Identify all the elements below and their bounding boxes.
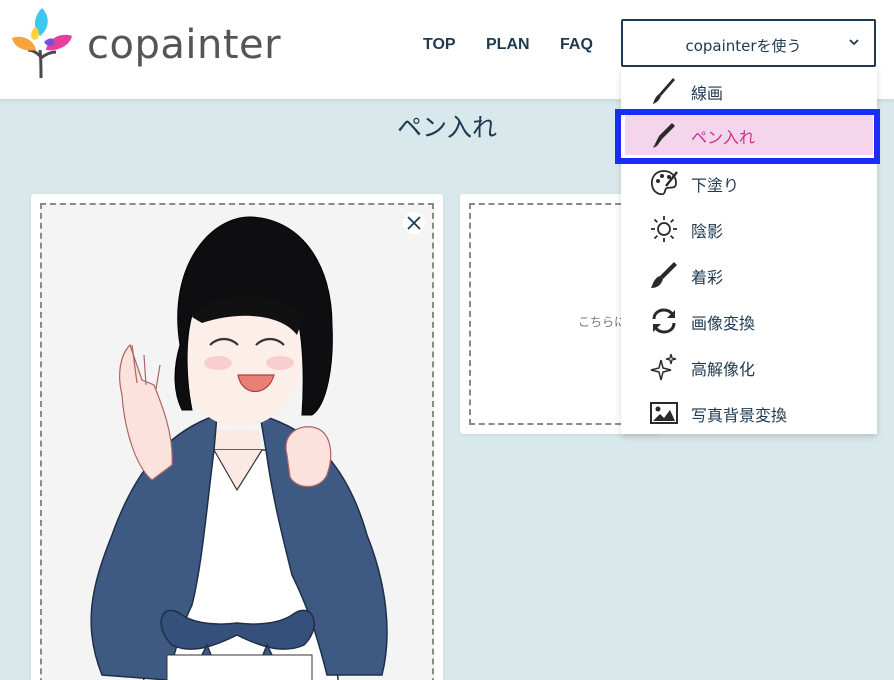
menu-item-label: 画像変換	[691, 314, 756, 333]
menu-item-label: 高解像化	[691, 360, 756, 379]
close-icon[interactable]	[403, 212, 425, 234]
brand-name[interactable]: copainter	[87, 22, 281, 68]
nav-top[interactable]: TOP	[423, 36, 456, 54]
palette-icon	[650, 170, 678, 196]
menu-item-label: ペン入れ	[691, 128, 756, 147]
menu-item-lineart[interactable]: 線画	[621, 67, 877, 113]
menu-item-label: 写真背景変換	[691, 406, 788, 425]
menu-item-label: 下塗り	[691, 176, 740, 195]
tool-dropdown-menu: 線画 ペン入れ 下塗り 陰影 着彩 画像変換 高解像化 写真背景変換	[621, 67, 877, 434]
use-copainter-button[interactable]: copainterを使う	[621, 19, 876, 67]
menu-item-shading[interactable]: 陰影	[621, 205, 877, 251]
menu-item-inking[interactable]: ペン入れ	[625, 115, 873, 155]
input-dropzone[interactable]	[40, 203, 434, 680]
nav-plan[interactable]: PLAN	[486, 36, 530, 54]
menu-item-coloring[interactable]: 着彩	[621, 251, 877, 297]
uploaded-illustration	[90, 216, 388, 680]
chevron-down-icon	[849, 39, 859, 46]
dropzone-hint: こちらに	[578, 315, 627, 329]
sun-icon	[651, 216, 677, 242]
paintbrush-icon	[651, 262, 677, 288]
menu-item-label: 着彩	[691, 268, 724, 287]
copainter-logo-icon[interactable]	[10, 6, 74, 80]
nav-faq[interactable]: FAQ	[560, 36, 593, 54]
menu-item-flat-color[interactable]: 下塗り	[621, 159, 877, 205]
pen-nib-icon	[653, 123, 675, 148]
menu-item-label: 陰影	[691, 222, 724, 241]
sync-arrows-icon	[652, 308, 676, 334]
image-icon	[650, 402, 678, 424]
input-image-card	[31, 194, 443, 680]
menu-item-label: 線画	[691, 84, 724, 103]
menu-item-upscale[interactable]: 高解像化	[621, 343, 877, 389]
use-copainter-label: copainterを使う	[685, 37, 802, 55]
brush-icon	[653, 78, 675, 104]
sparkles-icon	[650, 353, 677, 381]
menu-item-photo-background[interactable]: 写真背景変換	[621, 389, 877, 435]
menu-item-image-convert[interactable]: 画像変換	[621, 297, 877, 343]
